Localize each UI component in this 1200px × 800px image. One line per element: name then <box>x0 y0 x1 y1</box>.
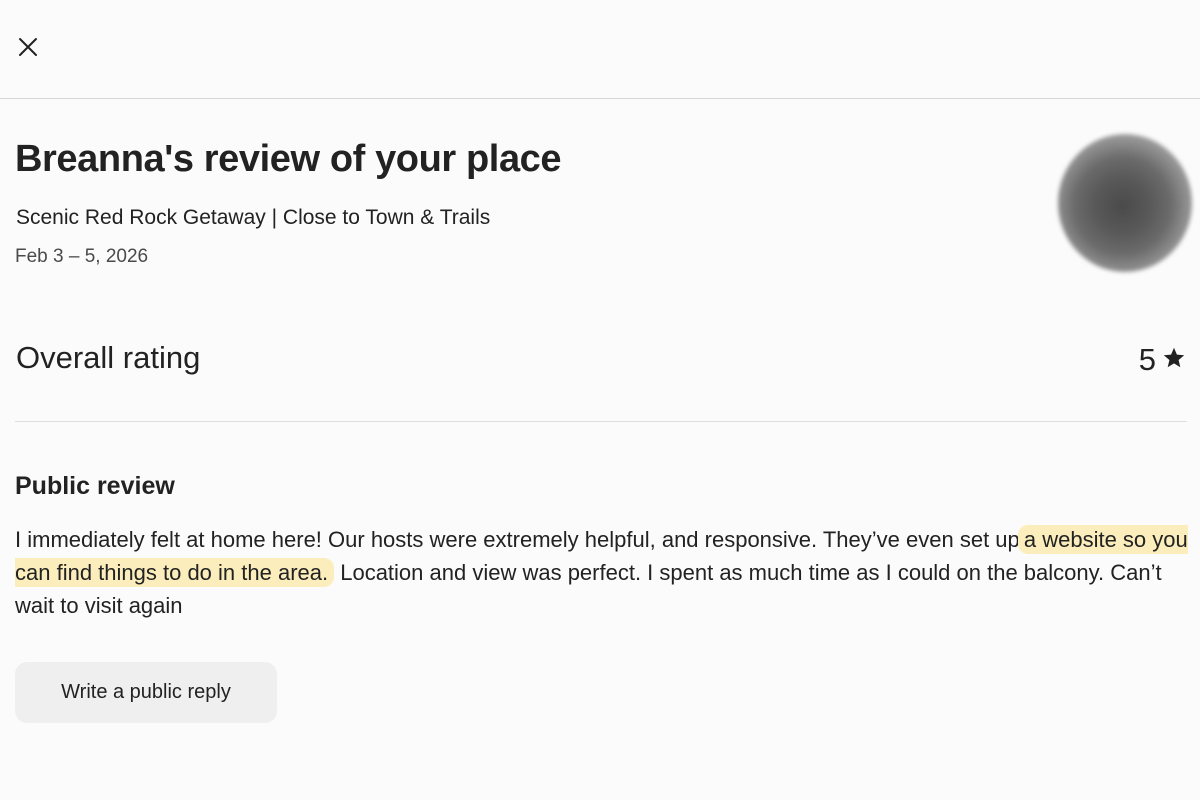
stay-dates: Feb 3 – 5, 2026 <box>15 246 149 267</box>
rating-value: 5 <box>1138 342 1156 377</box>
modal-header <box>0 0 1200 99</box>
overall-rating: 5 <box>1139 342 1186 378</box>
review-text-start: I immediately felt at home here! Our hos… <box>15 527 1026 552</box>
listing-name: Scenic Red Rock Getaway | Close to Town … <box>16 206 491 229</box>
avatar <box>1058 134 1192 272</box>
star-icon <box>1162 346 1186 375</box>
section-divider <box>15 421 1187 422</box>
write-reply-button[interactable]: Write a public reply <box>15 662 277 723</box>
close-icon <box>18 37 38 62</box>
close-button[interactable] <box>10 31 46 67</box>
review-text: I immediately felt at home here! Our hos… <box>15 523 1195 622</box>
review-modal: Breanna's review of your place Scenic Re… <box>0 0 1200 800</box>
page-title: Breanna's review of your place <box>15 138 562 180</box>
public-review-heading: Public review <box>15 472 175 500</box>
overall-rating-label: Overall rating <box>16 340 201 375</box>
